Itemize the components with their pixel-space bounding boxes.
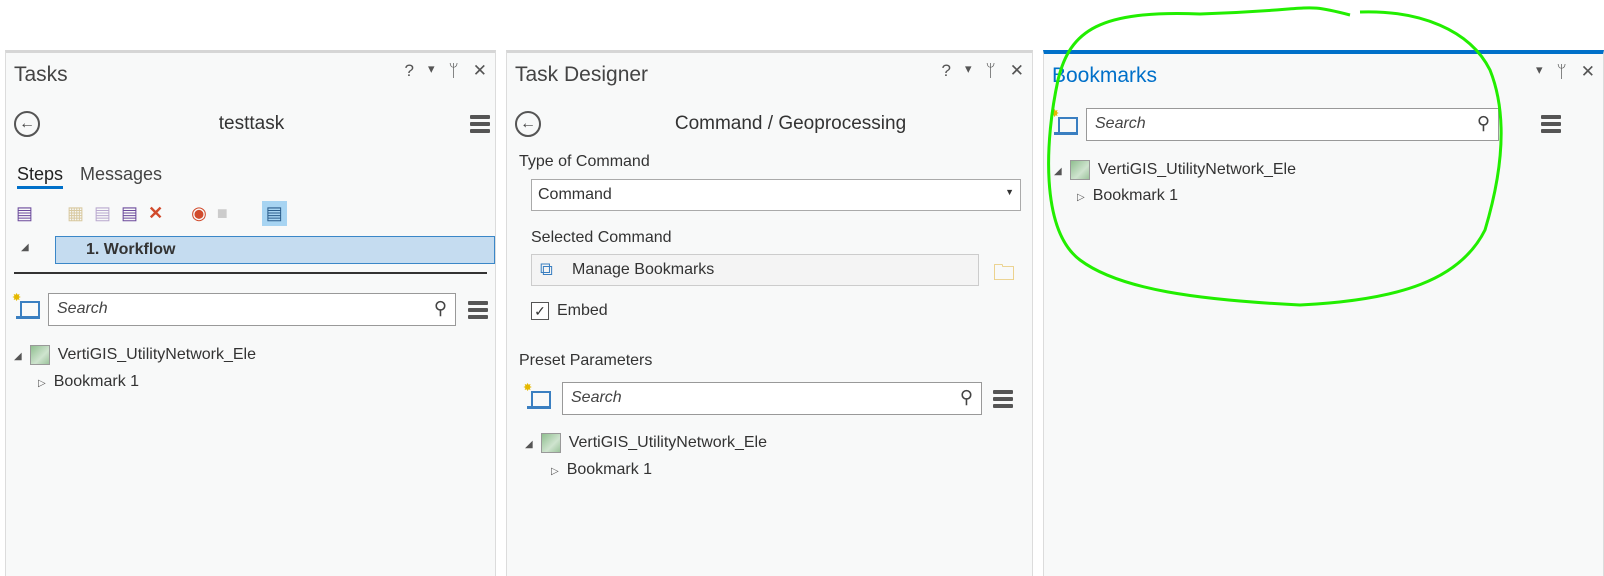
green-annotation-circle	[1047, 6, 1503, 307]
